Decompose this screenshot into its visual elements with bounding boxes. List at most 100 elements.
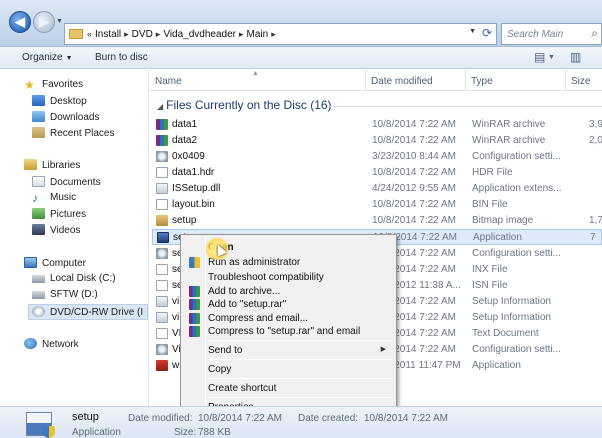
- sidebar-item-local-disk[interactable]: Local Disk (C:): [32, 273, 116, 284]
- change-view-icon[interactable]: ▤: [534, 50, 545, 64]
- file-row[interactable]: data2 10/8/2014 7:22 AM WinRAR archive 2…: [152, 133, 602, 149]
- menu-separator: [208, 340, 393, 341]
- sidebar-item-label: SFTW (D:): [50, 289, 98, 300]
- hard-disk-icon: [32, 275, 45, 283]
- file-type: Bitmap image: [472, 215, 534, 226]
- breadcrumb-vida-dvdheader[interactable]: Vida_dvdheader: [163, 29, 236, 40]
- column-date-modified[interactable]: Date modified: [371, 76, 433, 87]
- file-row[interactable]: layout.bin 10/8/2014 7:22 AM BIN File: [152, 197, 602, 213]
- collapse-group-icon[interactable]: ◢: [157, 102, 163, 111]
- group-header[interactable]: ◢ Files Currently on the Disc (16): [157, 98, 332, 112]
- sidebar-item-dvd-drive[interactable]: DVD/CD-RW Drive (I: [28, 304, 148, 320]
- column-divider[interactable]: [365, 70, 366, 91]
- recent-pages-dropdown[interactable]: ▼: [56, 18, 63, 25]
- application-large-icon: [26, 412, 55, 438]
- file-type: Configuration setti...: [472, 344, 561, 355]
- generic-file-icon: [156, 199, 168, 210]
- file-name: data1: [172, 119, 198, 130]
- menu-item-add-to-setup-rar[interactable]: Add to "setup.rar": [183, 297, 394, 312]
- file-type: BIN File: [472, 199, 508, 210]
- menu-item-copy[interactable]: Copy: [183, 362, 394, 377]
- column-type[interactable]: Type: [471, 76, 493, 87]
- burn-to-disc-button[interactable]: Burn to disc: [95, 52, 148, 63]
- details-size-label: Size:: [174, 427, 197, 438]
- sidebar-item-recent-places[interactable]: Recent Places: [32, 127, 114, 139]
- address-bar[interactable]: « Install ▸ DVD ▸ Vida_dvdheader ▸ Main …: [64, 23, 497, 45]
- file-row[interactable]: setup 10/8/2014 7:22 AM Bitmap image 1,7: [152, 213, 602, 229]
- uac-shield-icon: [189, 257, 200, 268]
- file-size: 2,0: [589, 135, 602, 146]
- refresh-icon[interactable]: ⟳: [482, 26, 492, 40]
- winrar-archive-icon: [156, 135, 168, 146]
- search-icon[interactable]: ⌕: [591, 26, 598, 41]
- file-type: Setup Information: [472, 312, 551, 323]
- file-row[interactable]: data1 10/8/2014 7:22 AM WinRAR archive 3…: [152, 117, 602, 133]
- search-input[interactable]: Search Main ⌕: [501, 23, 602, 45]
- breadcrumb-dvd[interactable]: DVD: [132, 29, 153, 40]
- organize-button[interactable]: Organize ▼: [22, 52, 73, 63]
- menu-item-compress-to-rar-and-email[interactable]: Compress to "setup.rar" and email: [183, 324, 394, 339]
- breadcrumb-main[interactable]: Main: [247, 29, 269, 40]
- application-icon: [157, 232, 169, 243]
- file-row[interactable]: data1.hdr 10/8/2014 7:22 AM HDR File: [152, 165, 602, 181]
- sidebar-item-favorites[interactable]: ★ Favorites: [24, 79, 83, 91]
- computer-icon: [24, 257, 37, 268]
- sidebar-item-label: Local Disk (C:): [50, 273, 116, 284]
- file-name: layout.bin: [172, 199, 215, 210]
- file-date: 4/24/2012 9:55 AM: [372, 183, 456, 194]
- column-divider[interactable]: [465, 70, 466, 91]
- menu-item-label: Compress to "setup.rar" and email: [208, 326, 361, 337]
- file-name: ISSetup.dll: [172, 183, 221, 194]
- menu-separator: [208, 378, 393, 379]
- file-row[interactable]: ISSetup.dll 4/24/2012 9:55 AM Applicatio…: [152, 181, 602, 197]
- menu-item-troubleshoot[interactable]: Troubleshoot compatibility: [183, 270, 394, 285]
- menu-item-create-shortcut[interactable]: Create shortcut: [183, 381, 394, 396]
- breadcrumb-separator[interactable]: ▸: [156, 29, 161, 40]
- sidebar-item-libraries[interactable]: Libraries: [24, 159, 80, 171]
- address-overflow-chevron[interactable]: «: [87, 29, 92, 39]
- music-icon: ♪: [32, 191, 38, 205]
- file-size: 1,7: [589, 215, 602, 226]
- breadcrumb-separator[interactable]: ▸: [239, 29, 244, 40]
- menu-item-send-to[interactable]: Send to ▶: [183, 343, 394, 358]
- winrar-archive-icon: [156, 119, 168, 130]
- sidebar-item-pictures[interactable]: Pictures: [32, 208, 86, 220]
- winrar-icon: [189, 313, 200, 324]
- file-type: Application extens...: [472, 183, 562, 194]
- sidebar-item-network[interactable]: Network: [24, 338, 79, 350]
- documents-icon: [32, 176, 45, 187]
- sidebar-item-videos[interactable]: Videos: [32, 224, 80, 236]
- file-type: ISN File: [472, 280, 508, 291]
- breadcrumb-install[interactable]: Install: [95, 29, 121, 40]
- file-size: 7: [590, 232, 596, 243]
- sidebar-item-computer[interactable]: Computer: [24, 257, 86, 269]
- sidebar-item-documents[interactable]: Documents: [32, 176, 101, 188]
- text-document-icon: [156, 328, 168, 339]
- address-dropdown-icon[interactable]: ▼: [469, 28, 476, 35]
- sidebar-item-label: Recent Places: [50, 128, 115, 139]
- libraries-icon: [24, 159, 37, 170]
- winrar-icon: [189, 326, 200, 337]
- sidebar-item-sftw[interactable]: SFTW (D:): [32, 289, 98, 300]
- forward-button[interactable]: ▶: [33, 11, 55, 33]
- preview-pane-icon[interactable]: ▥: [570, 50, 581, 64]
- column-size[interactable]: Size: [571, 76, 590, 87]
- sidebar-item-downloads[interactable]: Downloads: [32, 111, 99, 123]
- breadcrumb-separator[interactable]: ▸: [271, 29, 276, 40]
- sidebar-item-desktop[interactable]: Desktop: [32, 95, 87, 107]
- sidebar-item-music[interactable]: ♪ Music: [32, 192, 76, 204]
- config-settings-icon: [156, 248, 168, 259]
- view-dropdown-icon[interactable]: ▼: [548, 54, 555, 61]
- file-row[interactable]: 0x0409 3/23/2010 8:44 AM Configuration s…: [152, 149, 602, 165]
- file-date: 10/8/2014 7:22 AM: [372, 215, 456, 226]
- column-name[interactable]: Name: [155, 76, 182, 87]
- back-button[interactable]: ◀: [9, 11, 31, 33]
- column-divider[interactable]: [565, 70, 566, 91]
- file-type: Text Document: [472, 328, 539, 339]
- videos-icon: [32, 224, 45, 235]
- pane-divider[interactable]: [148, 70, 149, 406]
- breadcrumb-separator[interactable]: ▸: [124, 29, 129, 40]
- generic-file-icon: [156, 280, 168, 291]
- file-type: Configuration setti...: [472, 248, 561, 259]
- file-size: 3,9: [589, 119, 602, 130]
